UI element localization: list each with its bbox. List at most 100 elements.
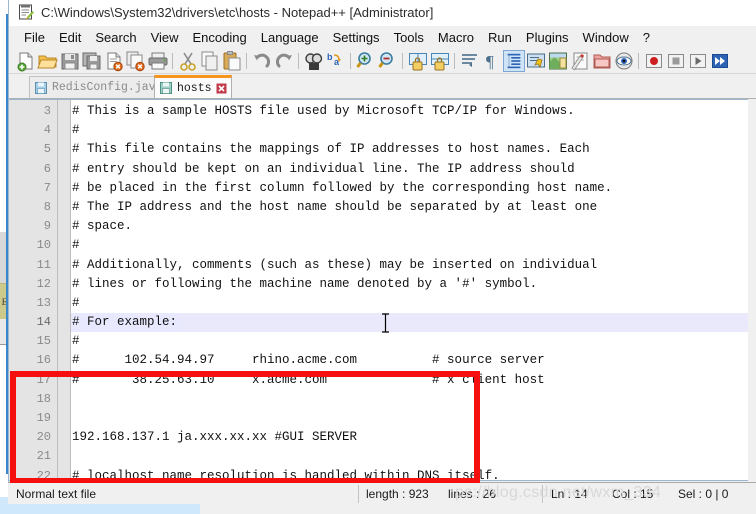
- macro-record-icon[interactable]: [643, 50, 665, 72]
- editor-line[interactable]: 9 # space.: [9, 217, 748, 236]
- editor-line[interactable]: 20 192.168.137.1 ja.xxx.xx.xx #GUI SERVER: [9, 428, 748, 447]
- macro-run-multiple-icon[interactable]: [709, 50, 731, 72]
- line-number: 6: [43, 161, 51, 176]
- new-file-icon[interactable]: [15, 50, 37, 72]
- notepad-plus-plus-document-icon: [18, 4, 35, 21]
- line-number: 7: [43, 180, 51, 195]
- line-text: #: [72, 238, 80, 253]
- menu-item-language[interactable]: Language: [254, 28, 326, 47]
- function-list-icon[interactable]: [569, 50, 591, 72]
- line-number: 15: [36, 334, 51, 349]
- menu-item-search[interactable]: Search: [88, 28, 143, 47]
- editor-line[interactable]: 10 #: [9, 236, 748, 255]
- line-number: 14: [36, 315, 51, 330]
- text-editor[interactable]: 3 # This is a sample HOSTS file used by M…: [8, 99, 748, 481]
- editor-line[interactable]: 19: [9, 409, 748, 428]
- editor-line[interactable]: 16 # 102.54.94.97 rhino.acme.com # source…: [9, 351, 748, 370]
- line-text: # This is a sample HOSTS file used by Mi…: [72, 104, 575, 118]
- sync-vertical-scroll-icon[interactable]: [407, 50, 429, 72]
- line-number: 10: [36, 238, 51, 253]
- status-divider: [358, 485, 359, 503]
- editor-line[interactable]: 12 # lines or following the machine name …: [9, 275, 748, 294]
- toolbar-separator: [635, 52, 643, 70]
- editor-line[interactable]: 17 # 38.25.63.10 x.acme.com # x client ho…: [9, 371, 748, 390]
- print-icon[interactable]: [147, 50, 169, 72]
- tab-hosts[interactable]: hosts: [154, 75, 232, 98]
- macro-stop-icon[interactable]: [665, 50, 687, 72]
- toolbar-separator: [295, 52, 303, 70]
- user-defined-language-icon[interactable]: [525, 50, 547, 72]
- editor-line[interactable]: 8 # The IP address and the host name shou…: [9, 198, 748, 217]
- line-text: # lines or following the machine name de…: [72, 276, 538, 291]
- menu-bar: File Edit Search View Encoding Language …: [9, 26, 756, 48]
- sync-horizontal-scroll-icon[interactable]: [429, 50, 451, 72]
- show-all-characters-icon[interactable]: ¶: [481, 50, 503, 72]
- line-number: 21: [36, 449, 51, 464]
- undo-icon[interactable]: [251, 50, 273, 72]
- status-sel: Sel : 0 | 0: [678, 487, 729, 501]
- editor-line[interactable]: 6 # entry should be kept on an individual…: [9, 160, 748, 179]
- save-icon[interactable]: [59, 50, 81, 72]
- redo-icon[interactable]: [273, 50, 295, 72]
- paste-icon[interactable]: [221, 50, 243, 72]
- menu-item-settings[interactable]: Settings: [326, 28, 387, 47]
- menu-item-run[interactable]: Run: [481, 28, 519, 47]
- line-number: 12: [36, 276, 51, 291]
- screenshot-root: E C:\Windows\System32\drivers\etc\hosts …: [0, 0, 756, 514]
- line-text: # 102.54.94.97 rhino.acme.com # source s…: [72, 353, 545, 368]
- editor-line[interactable]: 22 # localhost name resolution is handled…: [9, 467, 748, 480]
- close-all-files-icon[interactable]: [125, 50, 147, 72]
- indent-guideline-icon[interactable]: [503, 49, 525, 72]
- toolbar-separator: [451, 52, 459, 70]
- menu-item-file[interactable]: File: [17, 28, 52, 47]
- line-text: # The IP address and the host name shoul…: [72, 199, 598, 214]
- copy-icon[interactable]: [199, 50, 221, 72]
- zoom-in-icon[interactable]: [355, 50, 377, 72]
- tab-bar: RedisConfig.java hosts: [9, 75, 756, 99]
- replace-icon[interactable]: b a: [325, 50, 347, 72]
- word-wrap-icon[interactable]: [459, 50, 481, 72]
- line-text: # For example:: [72, 313, 182, 333]
- line-number: 13: [36, 295, 51, 310]
- editor-line[interactable]: 15 #: [9, 332, 748, 351]
- editor-line[interactable]: 3 # This is a sample HOSTS file used by M…: [9, 102, 748, 121]
- editor-line[interactable]: 7 # be placed in the first column followe…: [9, 179, 748, 198]
- editor-line[interactable]: 4 #: [9, 121, 748, 140]
- find-icon[interactable]: [303, 50, 325, 72]
- line-number: 16: [36, 353, 51, 368]
- menu-item-edit[interactable]: Edit: [52, 28, 88, 47]
- tab-label: RedisConfig.java: [52, 81, 163, 94]
- menu-item-macro[interactable]: Macro: [431, 28, 481, 47]
- editor-line[interactable]: 13 #: [9, 294, 748, 313]
- folder-as-workspace-icon[interactable]: [591, 50, 613, 72]
- zoom-out-icon[interactable]: [377, 50, 399, 72]
- menu-item-view[interactable]: View: [144, 28, 186, 47]
- editor-line[interactable]: 14 # For example:: [9, 313, 748, 333]
- monitoring-icon[interactable]: [613, 50, 635, 72]
- editor-line[interactable]: 11 # Additionally, comments (such as thes…: [9, 256, 748, 275]
- svg-text:¶: ¶: [486, 52, 494, 71]
- editor-line[interactable]: 21: [9, 447, 748, 466]
- macro-play-icon[interactable]: [687, 50, 709, 72]
- close-tab-icon[interactable]: [216, 83, 227, 94]
- menu-item-encoding[interactable]: Encoding: [186, 28, 254, 47]
- line-text: # be placed in the first column followed…: [72, 180, 613, 195]
- toolbar-separator: [399, 52, 407, 70]
- document-map-icon[interactable]: [547, 50, 569, 72]
- save-all-icon[interactable]: [81, 50, 103, 72]
- editor-line[interactable]: 5 # This file contains the mappings of IP…: [9, 140, 748, 159]
- menu-item-tools[interactable]: Tools: [387, 28, 431, 47]
- cut-icon[interactable]: [177, 50, 199, 72]
- editor-rows: 3 # This is a sample HOSTS file used by M…: [9, 102, 748, 480]
- menu-item-plugins[interactable]: Plugins: [519, 28, 576, 47]
- open-file-icon[interactable]: [37, 50, 59, 72]
- editor-line[interactable]: 18: [9, 390, 748, 409]
- line-number: 11: [36, 257, 51, 272]
- close-file-icon[interactable]: [103, 50, 125, 72]
- menu-item-help[interactable]: ?: [636, 28, 657, 47]
- line-text: # 38.25.63.10 x.acme.com # x client host: [72, 372, 545, 387]
- menu-item-window[interactable]: Window: [576, 28, 636, 47]
- toolbar-separator: [347, 52, 355, 70]
- status-file-type: Normal text file: [16, 487, 97, 501]
- toolbar-separator: [169, 52, 177, 70]
